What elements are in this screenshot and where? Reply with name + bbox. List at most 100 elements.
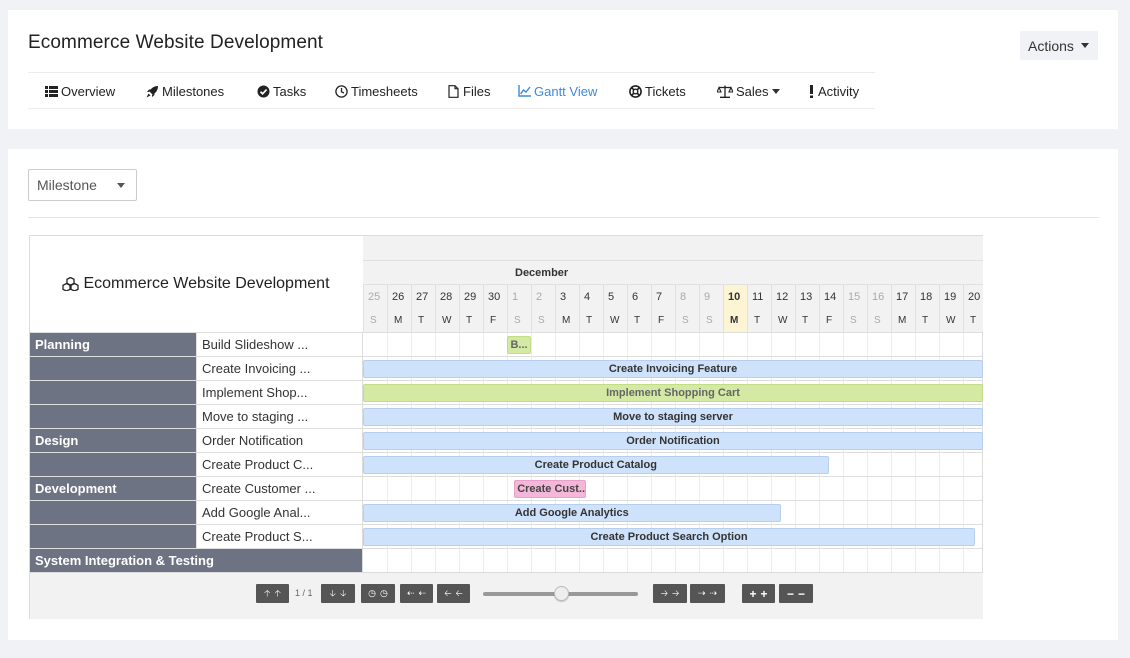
zoom-slider[interactable] xyxy=(483,586,638,601)
day-number: 26 xyxy=(392,291,405,303)
tab-activity[interactable]: Activity xyxy=(808,73,859,109)
day-weekday: S xyxy=(874,315,881,326)
gantt-row[interactable]: Move to staging ... Move to staging serve… xyxy=(30,404,983,428)
expand-all-button[interactable]: 🡣 🡣 xyxy=(321,584,355,603)
balance-scale-icon xyxy=(716,84,733,98)
grid-line xyxy=(939,453,940,476)
day-column-header: 12 W xyxy=(771,285,795,333)
day-number: 18 xyxy=(920,291,933,303)
gantt-row[interactable]: Add Google Anal... Add Google Analytics xyxy=(30,500,983,524)
grid-line xyxy=(963,501,964,524)
grid-line xyxy=(843,549,844,572)
grid-line xyxy=(915,501,916,524)
timeline-row: Create Cust... xyxy=(363,477,983,500)
day-column-header: 16 S xyxy=(867,285,891,333)
task-name-cell[interactable]: Create Invoicing ... xyxy=(196,357,362,380)
timeline-row: Create Invoicing Feature xyxy=(363,357,983,380)
day-column-header: 25 S xyxy=(363,285,387,333)
task-name-cell[interactable]: Add Google Anal... xyxy=(196,501,362,524)
milestone-group-cell xyxy=(30,525,196,548)
task-bar[interactable]: Order Notification xyxy=(363,432,983,450)
arrow-left-end-icon: ⇠ xyxy=(418,588,427,598)
zoom-slider-handle[interactable] xyxy=(554,586,569,601)
grid-line xyxy=(843,501,844,524)
caret-down-icon xyxy=(117,183,125,188)
gantt-row[interactable]: Create Invoicing ... Create Invoicing Fea… xyxy=(30,356,983,380)
scroll-far-right-button[interactable]: ⇢ ⇢ xyxy=(690,584,725,603)
grid-line xyxy=(795,477,796,500)
tab-overview[interactable]: Overview xyxy=(44,73,115,109)
rocket-icon xyxy=(145,84,159,98)
gantt-group-by-select[interactable]: Milestone xyxy=(28,169,137,201)
task-bar[interactable]: Implement Shopping Cart xyxy=(363,384,983,402)
caret-down-icon xyxy=(771,88,780,94)
task-bar[interactable]: B... xyxy=(507,336,531,354)
task-bar[interactable]: Create Product Catalog xyxy=(363,456,829,474)
actions-button[interactable]: Actions xyxy=(1020,31,1098,60)
tab-timesheets[interactable]: Timesheets xyxy=(334,73,418,109)
day-number: 27 xyxy=(416,291,429,303)
task-name-cell[interactable]: Build Slideshow ... xyxy=(196,333,362,356)
scroll-far-left-button[interactable]: ⇠ ⇠ xyxy=(400,584,433,603)
day-weekday: W xyxy=(442,315,452,326)
grid-line xyxy=(771,549,772,572)
tab-tasks[interactable]: Tasks xyxy=(256,73,306,109)
tab-gantt-view[interactable]: Gantt View xyxy=(517,73,597,109)
arrow-left-icon: 🡠 xyxy=(444,588,452,598)
gantt-row[interactable]: Create Product S... Create Product Search… xyxy=(30,524,983,548)
task-name-cell[interactable]: Create Customer ... xyxy=(196,477,362,500)
task-bar[interactable]: Move to staging server xyxy=(363,408,983,426)
grid-line xyxy=(387,477,388,500)
gantt-controls: 🡡 🡡 1 / 1 🡣 🡣 ◷ ◷ ⇠ ⇠ 🡠 🡠 🡢 🡢 ⇢ ⇢ + + − − xyxy=(30,572,983,619)
task-name-cell[interactable]: Implement Shop... xyxy=(196,381,362,404)
day-number: 4 xyxy=(584,291,591,303)
task-name-cell[interactable]: Order Notification xyxy=(196,429,362,452)
grid-line xyxy=(459,477,460,500)
day-column-header: 8S xyxy=(675,285,699,333)
tab-sales[interactable]: Sales xyxy=(716,73,780,109)
day-number: 5 xyxy=(608,291,615,303)
day-weekday: W xyxy=(946,315,956,326)
task-bar[interactable]: Create Invoicing Feature xyxy=(363,360,983,378)
task-name-cell[interactable]: Move to staging ... xyxy=(196,405,362,428)
grid-line xyxy=(891,453,892,476)
day-weekday: T xyxy=(466,315,473,326)
grid-line xyxy=(891,549,892,572)
gantt-row[interactable]: Design Order Notification Order Notificati… xyxy=(30,428,983,452)
gantt-row[interactable]: System Integration & Testing xyxy=(30,548,983,572)
divider xyxy=(28,217,1099,218)
go-today-button[interactable]: ◷ ◷ xyxy=(361,584,395,603)
collapse-all-button[interactable]: 🡡 🡡 xyxy=(256,584,289,603)
grid-line xyxy=(675,549,676,572)
task-bar[interactable]: Create Product Search Option xyxy=(363,528,975,546)
grid-line xyxy=(843,477,844,500)
gantt-row[interactable]: Development Create Customer ... Create Cus… xyxy=(30,476,983,500)
task-bar[interactable]: Add Google Analytics xyxy=(363,504,781,522)
day-weekday: T xyxy=(418,315,425,326)
day-column-header: 15 S xyxy=(843,285,867,333)
zoom-in-button[interactable]: + + xyxy=(742,584,775,603)
zoom-out-button[interactable]: − − xyxy=(779,584,813,603)
grid-line xyxy=(531,549,532,572)
tab-milestones[interactable]: Milestones xyxy=(145,73,224,109)
tab-files[interactable]: Files xyxy=(446,73,490,109)
grid-line xyxy=(507,549,508,572)
tab-tickets[interactable]: Tickets xyxy=(628,73,686,109)
day-column-header: 1S xyxy=(507,285,531,333)
month-label: December xyxy=(515,267,569,279)
gantt-row[interactable]: Implement Shop... Implement Shopping Cart xyxy=(30,380,983,404)
scroll-right-button[interactable]: 🡢 🡢 xyxy=(653,584,687,603)
grid-line xyxy=(627,333,628,356)
grid-line xyxy=(771,477,772,500)
scroll-left-button[interactable]: 🡠 🡠 xyxy=(437,584,470,603)
task-name-cell[interactable]: Create Product S... xyxy=(196,525,362,548)
arrow-left-end-icon: ⇠ xyxy=(406,588,415,598)
gantt-row[interactable]: Planning Build Slideshow ... B... xyxy=(30,332,983,356)
grid-line xyxy=(843,453,844,476)
milestone-group-cell: System Integration & Testing xyxy=(30,549,362,572)
arrow-left-icon: 🡠 xyxy=(455,588,463,598)
task-bar[interactable]: Create Cust... xyxy=(514,480,587,498)
task-name-cell[interactable]: Create Product C... xyxy=(196,453,362,476)
clock-icon: ◷ xyxy=(380,588,388,598)
gantt-row[interactable]: Create Product C... Create Product Catalo… xyxy=(30,452,983,476)
